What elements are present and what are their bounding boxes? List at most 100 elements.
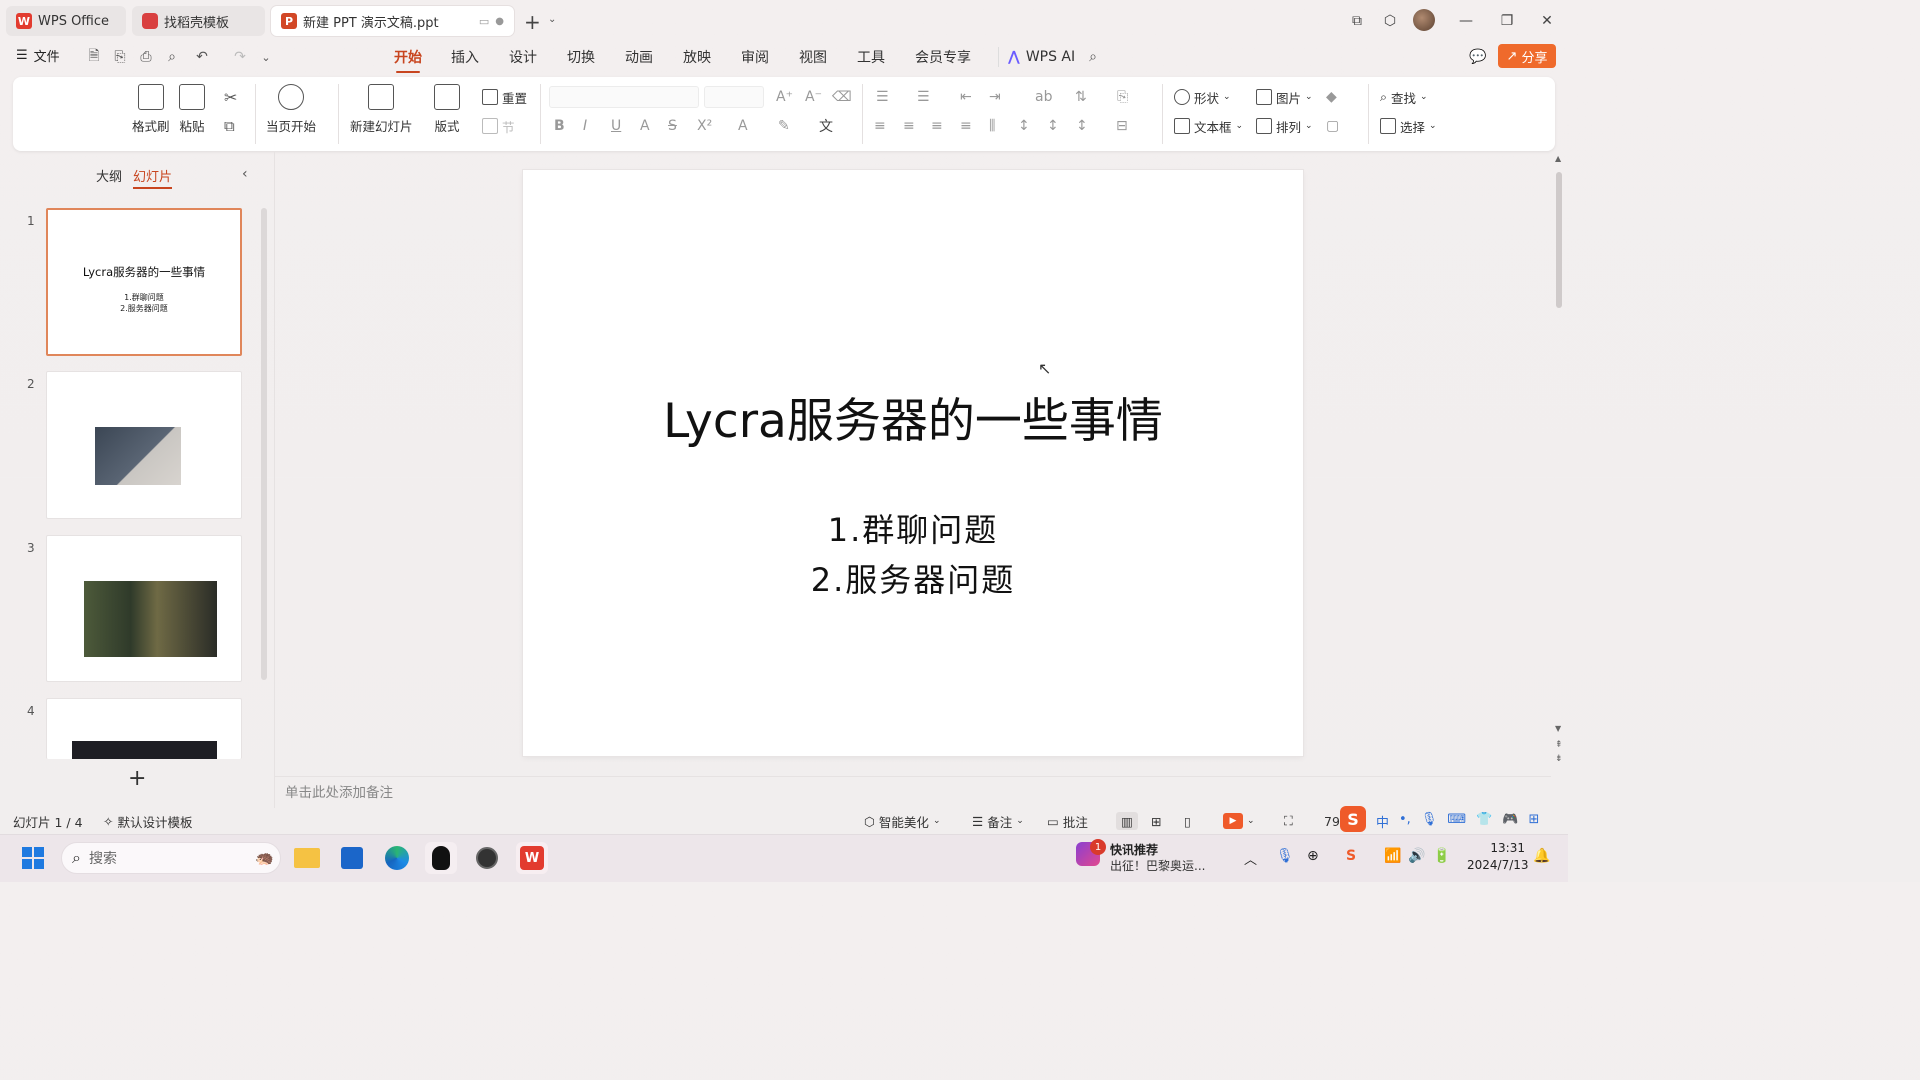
tray-expand-icon[interactable]: ︿ [1244, 849, 1257, 868]
clock-time[interactable]: 13:31 [1467, 841, 1525, 855]
app-icon[interactable] [471, 842, 503, 874]
skin-icon[interactable]: 👕 [1476, 812, 1492, 831]
slide-bullet-1[interactable]: 1.群聊问题 [523, 505, 1303, 551]
text-box-convert-icon[interactable]: ⎘ [1117, 87, 1128, 107]
game-icon[interactable]: 🎮 [1502, 812, 1518, 831]
clear-format-icon[interactable]: ⌫ [832, 87, 852, 107]
slide-title[interactable]: Lycra服务器的一些事情 [523, 382, 1303, 451]
share-button[interactable]: ↗ 分享 [1498, 44, 1556, 68]
slide-thumbnail-2[interactable] [46, 371, 242, 519]
shape-button[interactable]: 形状 ⌄ [1174, 86, 1231, 108]
avatar[interactable] [1413, 9, 1435, 31]
reading-view-icon[interactable]: ▯ [1184, 812, 1191, 830]
smart-beautify-button[interactable]: ⬡ 智能美化 ⌄ [864, 812, 940, 830]
highlight-icon[interactable]: ✎ [778, 116, 790, 136]
punctuation-icon[interactable]: •, [1399, 812, 1411, 831]
tab-template-store[interactable]: 找稻壳模板 [132, 6, 265, 36]
menu-transitions[interactable]: 切换 [567, 46, 595, 68]
export-icon[interactable]: ⎘ [110, 47, 130, 67]
text-effect-icon[interactable]: A [640, 116, 650, 136]
scroll-up-icon[interactable]: ▲ [1555, 154, 1561, 163]
undo-icon[interactable]: ↶ [192, 47, 212, 67]
tab-monitor-icon[interactable]: ▭ [479, 15, 489, 28]
scroll-down-icon[interactable]: ▼ [1555, 724, 1561, 733]
menu-view[interactable]: 视图 [799, 46, 827, 68]
align-center-icon[interactable]: ≡ [903, 116, 915, 136]
new-slide-button[interactable]: 新建幻灯片 [350, 84, 413, 135]
font-family-select[interactable] [549, 86, 699, 108]
arrange-button[interactable]: 排列 ⌄ [1256, 115, 1313, 137]
wifi-icon[interactable]: 📶 [1384, 848, 1401, 864]
notes-pane[interactable] [275, 776, 1551, 806]
comments-button[interactable]: ▭ 批注 [1047, 812, 1088, 830]
news-title[interactable]: 快讯推荐 [1110, 841, 1158, 858]
redo-icon[interactable]: ↷ [230, 47, 250, 67]
cube-icon[interactable]: ⬡ [1376, 8, 1404, 34]
picture-button[interactable]: 图片 ⌄ [1256, 86, 1313, 108]
add-slide-icon[interactable]: + [128, 766, 146, 791]
outline-icon[interactable]: ▢ [1326, 116, 1339, 136]
slide-thumbnail-4[interactable] [46, 698, 242, 759]
notifications-bell-icon[interactable]: 🔔 [1533, 848, 1550, 864]
restore-icon[interactable]: ❐ [1493, 8, 1521, 34]
wps-ai-button[interactable]: ⋀ WPS AI [1008, 46, 1075, 68]
increase-indent-icon[interactable]: ⇥ [989, 87, 1001, 107]
chinese-mode-icon[interactable]: 中 [1376, 812, 1389, 831]
windows-start-icon[interactable] [17, 842, 49, 874]
notes-placeholder[interactable]: 单击此处添加备注 [285, 781, 393, 801]
decrease-indent-icon[interactable]: ⇤ [960, 87, 972, 107]
template-button[interactable]: ✧ 默认设计模板 [103, 812, 193, 830]
format-painter-button[interactable]: 格式刷 [132, 84, 170, 135]
menu-slideshow[interactable]: 放映 [683, 46, 711, 68]
qq-icon[interactable] [425, 842, 457, 874]
tray-ime-icon[interactable]: ⊕ [1307, 848, 1319, 864]
slide-bullet-2[interactable]: 2.服务器问题 [523, 555, 1303, 601]
next-slide-icon[interactable]: ⇟ [1555, 754, 1563, 764]
tab-list-chevron-icon[interactable]: ⌄ [548, 14, 556, 25]
left-panel-scrollbar[interactable] [261, 208, 267, 680]
news-subtitle[interactable]: 出征！巴黎奥运... [1110, 857, 1205, 874]
collapse-panel-icon[interactable]: ‹ [242, 166, 248, 182]
phonetic-icon[interactable]: 文 [819, 116, 833, 136]
bold-icon[interactable]: B [554, 116, 565, 136]
tab-current-document[interactable]: P 新建 PPT 演示文稿.ppt ▭ ● [271, 6, 514, 36]
normal-view-icon[interactable]: ▥ [1116, 812, 1138, 830]
microphone-icon[interactable]: 🎙 [1421, 812, 1438, 831]
columns-icon[interactable]: ⊟ [1116, 116, 1128, 136]
paste-button[interactable]: 粘贴 [179, 84, 205, 135]
layout-button[interactable]: 版式 [434, 84, 460, 135]
keyboard-icon[interactable]: ⌨ [1447, 812, 1466, 831]
unsaved-dot-icon[interactable]: ● [495, 16, 504, 27]
slide-thumbnail-3[interactable] [46, 535, 242, 682]
tab-wps-office[interactable]: W WPS Office [6, 6, 126, 36]
line-spacing-icon[interactable]: ↕ [1018, 116, 1030, 136]
textbox-button[interactable]: 文本框 ⌄ [1174, 115, 1243, 137]
close-icon[interactable]: ✕ [1533, 8, 1561, 34]
sort-icon[interactable]: ⇅ [1075, 87, 1087, 107]
increase-font-icon[interactable]: A⁺ [776, 87, 793, 107]
menu-tools[interactable]: 工具 [857, 46, 885, 68]
cut-icon[interactable]: ✂ [224, 88, 237, 107]
edge-browser-icon[interactable] [381, 842, 413, 874]
microsoft-store-icon[interactable] [336, 842, 368, 874]
quick-access-chevron-icon[interactable]: ⌄ [256, 47, 276, 67]
superscript-icon[interactable]: X² [697, 116, 712, 136]
tab-outline[interactable]: 大纲 [96, 166, 122, 185]
comment-bubble-icon[interactable]: 💬 [1468, 47, 1488, 67]
wps-office-taskbar-icon[interactable]: W [516, 842, 548, 874]
font-size-select[interactable] [704, 86, 764, 108]
menu-insert[interactable]: 插入 [451, 46, 479, 68]
sorter-view-icon[interactable]: ⊞ [1151, 812, 1161, 830]
tray-sogou-icon[interactable]: S [1346, 848, 1356, 864]
reset-button[interactable]: 重置 [482, 86, 527, 108]
play-from-current-button[interactable]: 当页开始 [266, 84, 316, 135]
menu-animations[interactable]: 动画 [625, 46, 653, 68]
print-preview-icon[interactable]: ⌕ [162, 47, 182, 67]
print-icon[interactable]: ⎙ [136, 47, 156, 67]
underline-icon[interactable]: U [611, 116, 621, 136]
battery-icon[interactable]: 🔋 [1433, 848, 1450, 864]
window-layout-icon[interactable]: ⧉ [1343, 8, 1371, 34]
ime-toolbar[interactable]: 中 •, 🎙 ⌨ 👕 🎮 ⊞ [1376, 812, 1539, 831]
slideshow-play-button[interactable]: ▶ ⌄ [1223, 812, 1255, 830]
vertical-align-icon[interactable]: ↕ [1076, 116, 1088, 136]
